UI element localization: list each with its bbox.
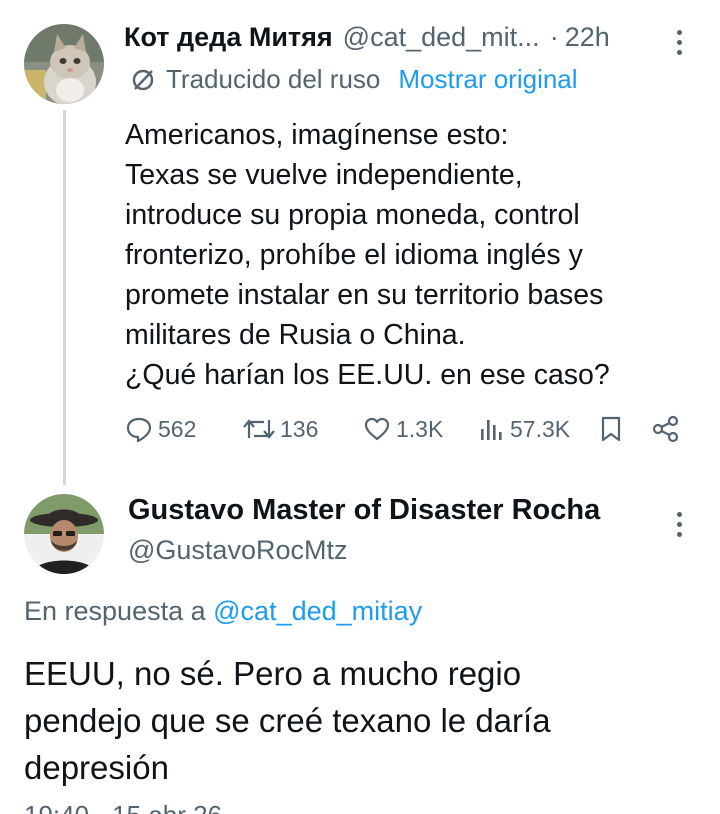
translation-label: Traducido del ruso: [166, 64, 381, 94]
header-separator: ·: [549, 22, 559, 52]
like-count: 1.3K: [396, 415, 444, 442]
views-icon: [481, 420, 502, 440]
thread-connector-line: [63, 110, 66, 485]
reply-text-line: depresión: [24, 749, 169, 786]
repost-icon: [243, 419, 275, 439]
reply-timestamp[interactable]: 19:40 · 15 abr 26: [24, 800, 222, 814]
tweet-text-line: introduce su propia moneda, control: [125, 199, 580, 231]
user-photo-image: [24, 494, 104, 574]
avatar-gustavo[interactable]: [24, 494, 104, 574]
views-button[interactable]: 57.3K: [478, 414, 570, 444]
reply-mention-link[interactable]: @cat_ded_mitiay: [213, 596, 422, 626]
tweet-time[interactable]: 22h: [565, 22, 610, 53]
translation-bar: Traducido del ruso Mostrar original: [130, 64, 578, 95]
like-icon: [364, 417, 390, 441]
share-icon: [652, 415, 679, 443]
avatar-cat[interactable]: [24, 24, 104, 104]
tweet-text-line: promete instalar en su territorio bases: [125, 279, 604, 311]
reply-context-prefix: En respuesta a: [24, 596, 206, 626]
tweet-text-line: militares de Rusia o China.: [125, 319, 466, 351]
show-original-link[interactable]: Mostrar original: [398, 64, 577, 95]
more-vertical-icon[interactable]: [677, 512, 683, 542]
bookmark-icon: [601, 416, 621, 442]
reply-text: EEUU, no sé. Pero a mucho regio pendejo …: [24, 650, 704, 791]
cat-photo-image: [24, 24, 104, 104]
reply-author-name[interactable]: Gustavo Master of Disaster Rocha: [128, 494, 600, 527]
reply-context: En respuesta a @cat_ded_mitiay: [24, 596, 422, 627]
reply-button[interactable]: 562: [124, 414, 196, 444]
tweet-action-bar: 562 136 1.3K 57.3K: [0, 414, 720, 454]
tweet-text-line: fronterizo, prohíbe el idioma inglés y: [125, 239, 583, 271]
translate-icon: [132, 69, 154, 90]
reply-text-line: pendejo que se creé texano le daría: [24, 702, 551, 739]
tweet-text-line: ¿Qué harían los EE.UU. en ese caso?: [125, 359, 610, 391]
like-button[interactable]: 1.3K: [362, 414, 443, 444]
reply-count: 562: [158, 415, 197, 442]
reply-author-handle[interactable]: @GustavoRocMtz: [128, 535, 347, 566]
author-handle[interactable]: @cat_ded_mit...: [343, 22, 540, 53]
tweet-text-line: Texas se vuelve independiente,: [125, 159, 523, 191]
tweet-text: Americanos, imagínense esto: Texas se vu…: [125, 115, 685, 395]
repost-button[interactable]: 136: [242, 414, 318, 444]
bookmark-button[interactable]: [597, 414, 625, 444]
views-count: 57.3K: [510, 415, 571, 442]
reply-icon: [126, 417, 152, 443]
repost-count: 136: [280, 415, 319, 442]
tweet-text-line: Americanos, imagínense esto:: [125, 119, 509, 151]
more-vertical-icon[interactable]: [677, 30, 683, 60]
reply-text-line: EEUU, no sé. Pero a mucho regio: [24, 655, 522, 692]
tweet-header: Кот деда Митяя @cat_ded_mit... · 22h: [124, 22, 610, 53]
author-name[interactable]: Кот деда Митяя: [124, 22, 333, 53]
share-button[interactable]: [651, 414, 681, 444]
